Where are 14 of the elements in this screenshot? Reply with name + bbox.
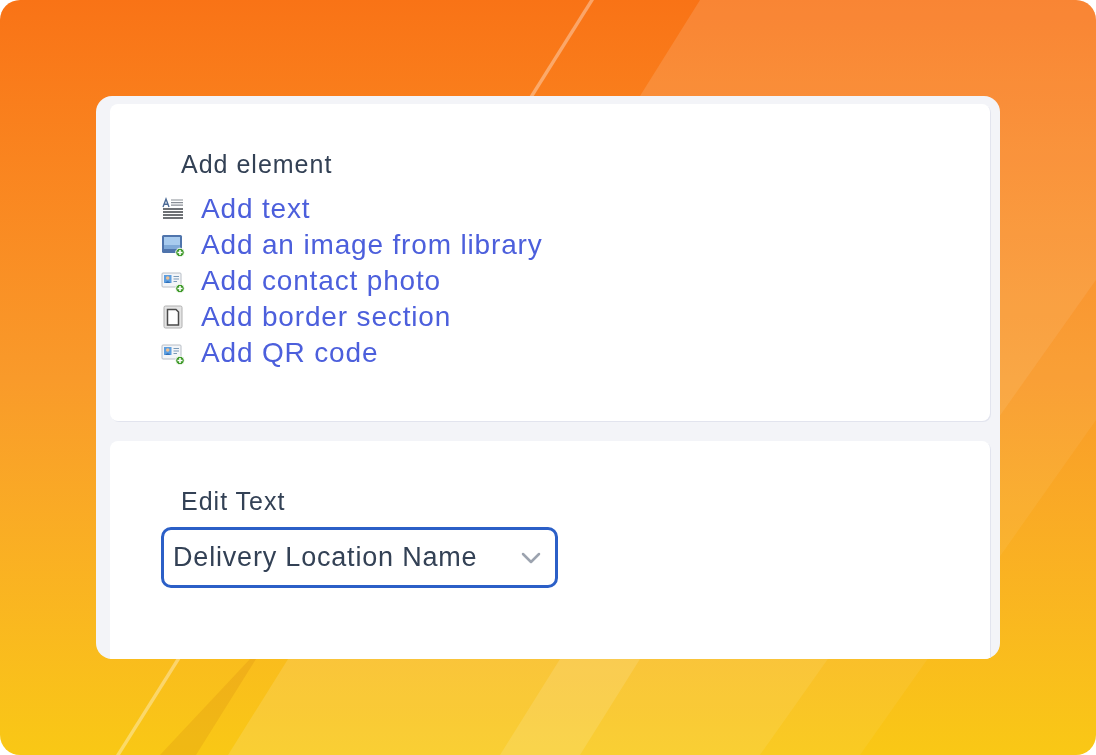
add-link[interactable]: Add an image from library [161, 227, 543, 263]
contact-card-plus-icon [161, 341, 185, 365]
page-icon [161, 305, 185, 329]
chevron-down-icon [521, 551, 541, 564]
text-select[interactable]: Delivery Location Name [161, 527, 558, 588]
text-lines-icon [161, 197, 185, 221]
section-heading: Add element [181, 149, 333, 180]
add-link[interactable]: Add text [161, 191, 311, 227]
contact-card-plus-icon [161, 269, 185, 293]
picture-plus-icon [161, 233, 185, 257]
add-link[interactable]: Add contact photo [161, 263, 441, 299]
section-heading: Edit Text [181, 486, 286, 517]
add-link[interactable]: Add QR code [161, 335, 379, 371]
add-link[interactable]: Add border section [161, 299, 452, 335]
